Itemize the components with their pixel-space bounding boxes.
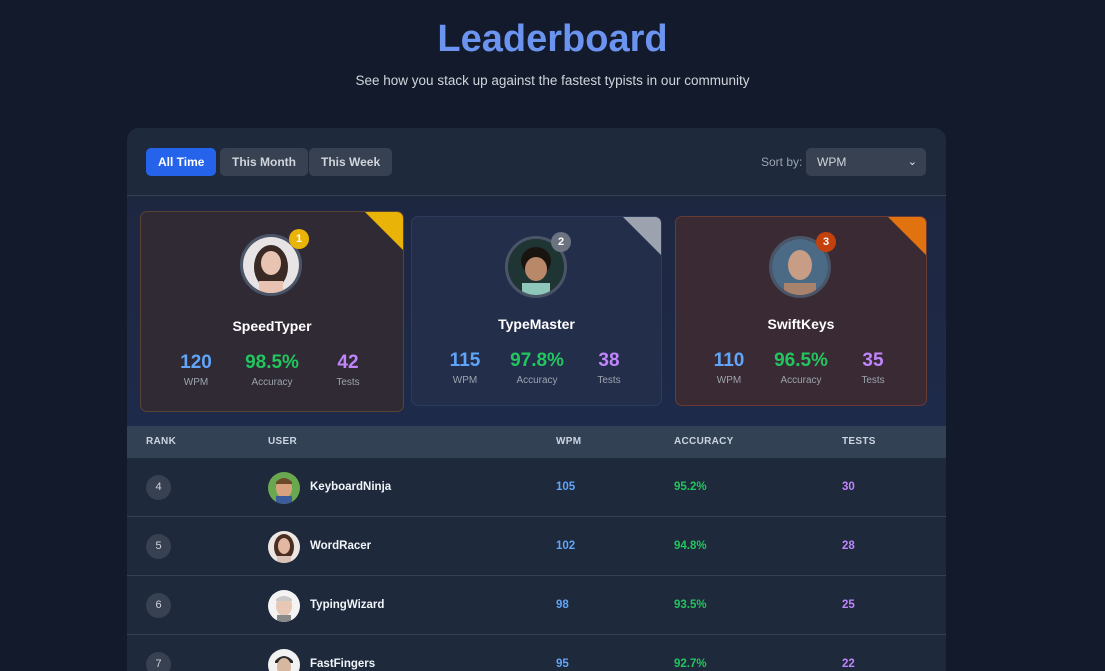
table-header: RANK USER WPM ACCURACY TESTS bbox=[127, 426, 946, 458]
accuracy-cell: 95.2% bbox=[674, 481, 707, 493]
wpm-stat: 115 WPM bbox=[425, 350, 505, 386]
column-header-user[interactable]: USER bbox=[268, 436, 297, 447]
tests-stat: 42 Tests bbox=[308, 352, 388, 388]
rank-circle: 7 bbox=[146, 652, 171, 671]
sort-label: Sort by: bbox=[761, 155, 803, 169]
bronze-corner-ribbon bbox=[888, 217, 926, 255]
table-row[interactable]: 6 TypingWizard 98 93.5% 25 bbox=[127, 576, 946, 635]
tests-value: 42 bbox=[337, 352, 359, 373]
username[interactable]: WordRacer bbox=[310, 540, 371, 552]
column-header-tests[interactable]: TESTS bbox=[842, 436, 876, 447]
accuracy-stat: 96.5% Accuracy bbox=[761, 350, 841, 386]
tests-cell: 25 bbox=[842, 599, 855, 611]
filter-toolbar: All Time This Month This Week Sort by: W… bbox=[127, 128, 946, 196]
wpm-label: WPM bbox=[183, 377, 209, 388]
rank-badge: 2 bbox=[551, 232, 571, 252]
podium-card-first[interactable]: 1 SpeedTyper 120 WPM 98.5% Accuracy 42 T… bbox=[140, 211, 404, 412]
wpm-cell: 95 bbox=[556, 658, 569, 670]
tests-value: 35 bbox=[862, 350, 884, 371]
sort-select[interactable]: WPM ⌄ bbox=[806, 148, 926, 176]
username[interactable]: TypingWizard bbox=[310, 599, 384, 611]
avatar bbox=[268, 649, 300, 671]
wpm-stat: 120 WPM bbox=[156, 352, 236, 388]
wpm-cell: 102 bbox=[556, 540, 576, 552]
page-title: Leaderboard bbox=[437, 18, 668, 60]
tests-cell: 30 bbox=[842, 481, 855, 493]
tab-this-week[interactable]: This Week bbox=[309, 148, 393, 176]
wpm-value: 120 bbox=[180, 352, 212, 373]
accuracy-stat: 97.8% Accuracy bbox=[497, 350, 577, 386]
wpm-value: 110 bbox=[713, 350, 745, 371]
column-header-wpm[interactable]: WPM bbox=[556, 436, 581, 447]
rank-circle: 6 bbox=[146, 593, 171, 618]
table-row[interactable]: 4 KeyboardNinja 105 95.2% 30 bbox=[127, 458, 946, 517]
tab-all-time[interactable]: All Time bbox=[146, 148, 217, 176]
wpm-label: WPM bbox=[716, 375, 742, 386]
accuracy-value: 98.5% bbox=[245, 352, 299, 373]
tests-label: Tests bbox=[597, 375, 621, 386]
podium-card-second[interactable]: 2 TypeMaster 115 WPM 97.8% Accuracy 38 T… bbox=[411, 216, 662, 406]
player-name: SpeedTyper bbox=[232, 318, 312, 334]
tab-this-month[interactable]: This Month bbox=[220, 148, 308, 176]
username[interactable]: FastFingers bbox=[310, 658, 375, 670]
table-row[interactable]: 7 FastFingers 95 92.7% 22 bbox=[127, 635, 946, 671]
player-name: TypeMaster bbox=[498, 316, 575, 332]
accuracy-value: 96.5% bbox=[774, 350, 828, 371]
username[interactable]: KeyboardNinja bbox=[310, 481, 391, 493]
wpm-value: 115 bbox=[449, 350, 481, 371]
rank-circle: 4 bbox=[146, 475, 171, 500]
avatar bbox=[268, 590, 300, 622]
accuracy-label: Accuracy bbox=[780, 375, 822, 386]
tests-cell: 22 bbox=[842, 658, 855, 670]
wpm-cell: 105 bbox=[556, 481, 576, 493]
player-name: SwiftKeys bbox=[767, 316, 835, 332]
tests-cell: 28 bbox=[842, 540, 855, 552]
wpm-label: WPM bbox=[452, 375, 478, 386]
accuracy-cell: 92.7% bbox=[674, 658, 707, 670]
gold-corner-ribbon bbox=[365, 212, 403, 250]
accuracy-stat: 98.5% Accuracy bbox=[232, 352, 312, 388]
tests-label: Tests bbox=[336, 377, 360, 388]
tests-value: 38 bbox=[598, 350, 620, 371]
tests-label: Tests bbox=[861, 375, 885, 386]
table-row[interactable]: 5 WordRacer 102 94.8% 28 bbox=[127, 517, 946, 576]
column-header-rank[interactable]: RANK bbox=[146, 436, 176, 447]
column-header-accuracy[interactable]: ACCURACY bbox=[674, 436, 734, 447]
podium-card-third[interactable]: 3 SwiftKeys 110 WPM 96.5% Accuracy 35 Te… bbox=[675, 216, 927, 406]
silver-corner-ribbon bbox=[623, 217, 661, 255]
top-three-podium: 1 SpeedTyper 120 WPM 98.5% Accuracy 42 T… bbox=[127, 197, 946, 426]
avatar bbox=[268, 531, 300, 563]
page-subtitle: See how you stack up against the fastest… bbox=[355, 73, 750, 88]
accuracy-cell: 94.8% bbox=[674, 540, 707, 552]
wpm-cell: 98 bbox=[556, 599, 569, 611]
wpm-stat: 110 WPM bbox=[689, 350, 769, 386]
accuracy-label: Accuracy bbox=[516, 375, 558, 386]
leaderboard-panel: All Time This Month This Week Sort by: W… bbox=[127, 128, 946, 671]
sort-select-value: WPM bbox=[817, 155, 847, 169]
rank-circle: 5 bbox=[146, 534, 171, 559]
accuracy-cell: 93.5% bbox=[674, 599, 707, 611]
rank-badge: 1 bbox=[289, 229, 309, 249]
chevron-down-icon: ⌄ bbox=[907, 156, 917, 168]
avatar bbox=[268, 472, 300, 504]
tests-stat: 38 Tests bbox=[569, 350, 649, 386]
tests-stat: 35 Tests bbox=[833, 350, 913, 386]
accuracy-value: 97.8% bbox=[510, 350, 564, 371]
accuracy-label: Accuracy bbox=[251, 377, 293, 388]
rank-badge: 3 bbox=[816, 232, 836, 252]
